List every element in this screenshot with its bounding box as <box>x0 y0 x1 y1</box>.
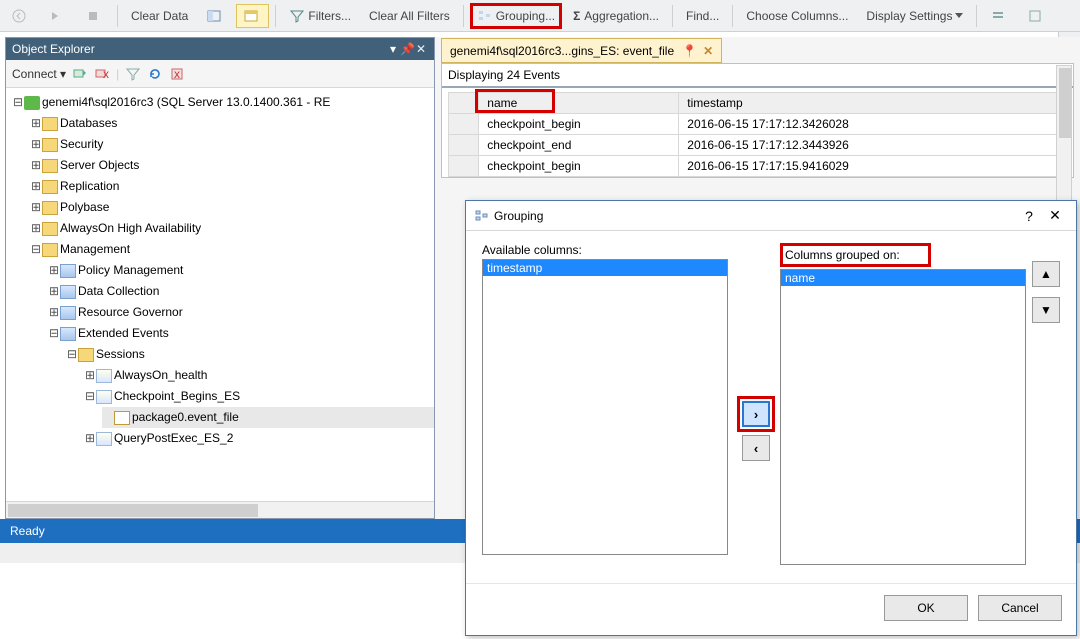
tree-resource-gov[interactable]: Resource Governor <box>78 305 183 319</box>
tree-alwayson-ha[interactable]: AlwaysOn High Availability <box>60 221 201 235</box>
close-icon[interactable]: ✕ <box>414 42 428 56</box>
grouped-columns-listbox[interactable]: name <box>780 269 1026 565</box>
available-columns-label: Available columns: <box>482 243 728 257</box>
tree-security[interactable]: Security <box>60 137 103 151</box>
tab-pin-icon[interactable]: 📍 <box>682 44 697 58</box>
tree-querypostexec[interactable]: QueryPostExec_ES_2 <box>114 431 233 445</box>
document-body: Displaying 24 Events name timestamp chec… <box>441 63 1074 178</box>
connect-button[interactable]: Connect ▾ <box>12 67 66 81</box>
ok-button[interactable]: OK <box>884 595 968 621</box>
object-explorer-tree[interactable]: ⊟genemi4f\sql2016rc3 (SQL Server 13.0.14… <box>6 88 434 501</box>
tree-extended-events[interactable]: Extended Events <box>78 326 169 340</box>
tree-sessions[interactable]: Sessions <box>96 347 145 361</box>
tree-data-collection[interactable]: Data Collection <box>78 284 159 298</box>
move-right-button[interactable]: › <box>742 401 770 427</box>
list-item[interactable]: timestamp <box>483 260 727 276</box>
cancel-button[interactable]: Cancel <box>978 595 1062 621</box>
tree-server-objects[interactable]: Server Objects <box>60 158 139 172</box>
tree-databases[interactable]: Databases <box>60 116 117 130</box>
clear-all-filters-button[interactable]: Clear All Filters <box>362 4 457 28</box>
oe-stop-icon[interactable]: x <box>169 66 185 82</box>
nav-fwd-button[interactable] <box>41 4 74 28</box>
toggle-1-button[interactable] <box>199 4 232 28</box>
clear-data-button[interactable]: Clear Data <box>124 4 195 28</box>
oe-hscrollbar[interactable] <box>6 501 434 518</box>
move-down-button[interactable]: ▼ <box>1032 297 1060 323</box>
document-tab[interactable]: genemi4f\sql2016rc3...gins_ES: event_fil… <box>441 38 722 63</box>
stop-button[interactable] <box>78 4 111 28</box>
list-item[interactable]: name <box>781 270 1025 286</box>
choose-columns-button[interactable]: Choose Columns... <box>739 4 855 28</box>
display-settings-button[interactable]: Display Settings <box>859 4 970 28</box>
overflow-2-button[interactable] <box>1020 4 1053 28</box>
pin-icon[interactable]: 📌 <box>400 42 414 56</box>
toggle-2-button[interactable] <box>236 4 269 28</box>
event-count-label: Displaying 24 Events <box>442 64 1073 88</box>
tab-close-icon[interactable]: ✕ <box>703 44 713 58</box>
grid-col-name[interactable]: name <box>479 93 679 114</box>
svg-text:x: x <box>103 67 109 81</box>
main-toolbar: Clear Data Filters... Clear All Filters … <box>0 0 1080 32</box>
overflow-1-button[interactable] <box>983 4 1016 28</box>
tree-policy-mgmt[interactable]: Policy Management <box>78 263 183 277</box>
tree-checkpoint-begins[interactable]: Checkpoint_Begins_ES <box>114 389 240 403</box>
move-left-button[interactable]: ‹ <box>742 435 770 461</box>
object-explorer-toolbar: Connect ▾ x | x <box>6 60 434 88</box>
find-button[interactable]: Find... <box>679 4 726 28</box>
move-up-button[interactable]: ▲ <box>1032 261 1060 287</box>
events-grid[interactable]: name timestamp checkpoint_begin2016-06-1… <box>448 92 1066 177</box>
grid-cell[interactable]: 2016-06-15 17:17:12.3426028 <box>679 114 1066 135</box>
pane-menu-icon[interactable]: ▾ <box>390 42 396 56</box>
aggregation-button[interactable]: ΣAggregation... <box>566 4 666 28</box>
object-explorer-title: Object Explorer ▾ 📌 ✕ <box>6 38 434 60</box>
tree-management[interactable]: Management <box>60 242 130 256</box>
tree-package0-file[interactable]: package0.event_file <box>132 410 239 424</box>
svg-text:x: x <box>174 67 180 81</box>
grid-col-timestamp[interactable]: timestamp <box>679 93 1066 114</box>
tree-replication[interactable]: Replication <box>60 179 119 193</box>
grid-corner <box>449 93 479 114</box>
oe-disconnect-icon[interactable]: x <box>94 66 110 82</box>
dialog-icon <box>474 208 490 224</box>
dialog-help-button[interactable]: ? <box>1016 208 1042 224</box>
oe-refresh-icon[interactable] <box>147 66 163 82</box>
filters-button[interactable]: Filters... <box>282 4 358 28</box>
grid-cell[interactable]: 2016-06-15 17:17:15.9416029 <box>679 156 1066 177</box>
grouping-button[interactable]: Grouping... <box>470 3 562 29</box>
oe-filter-icon[interactable] <box>125 66 141 82</box>
available-columns-listbox[interactable]: timestamp <box>482 259 728 555</box>
tree-alwayson-health[interactable]: AlwaysOn_health <box>114 368 207 382</box>
oe-connect-icon[interactable] <box>72 66 88 82</box>
object-explorer-pane: Object Explorer ▾ 📌 ✕ Connect ▾ x | x ⊟g… <box>5 37 435 519</box>
tree-polybase[interactable]: Polybase <box>60 200 109 214</box>
nav-back-button[interactable] <box>4 4 37 28</box>
grid-cell[interactable]: checkpoint_begin <box>479 114 679 135</box>
grouping-dialog: Grouping ? ✕ Available columns: timestam… <box>465 200 1077 636</box>
grid-cell[interactable]: checkpoint_begin <box>479 156 679 177</box>
dialog-title: Grouping <box>494 209 543 223</box>
dialog-close-button[interactable]: ✕ <box>1042 207 1068 224</box>
tree-server-node[interactable]: genemi4f\sql2016rc3 (SQL Server 13.0.140… <box>42 95 330 109</box>
grouped-columns-label: Columns grouped on: <box>780 243 931 267</box>
dialog-titlebar[interactable]: Grouping ? ✕ <box>466 201 1076 231</box>
grid-cell[interactable]: checkpoint_end <box>479 135 679 156</box>
grid-cell[interactable]: 2016-06-15 17:17:12.3443926 <box>679 135 1066 156</box>
